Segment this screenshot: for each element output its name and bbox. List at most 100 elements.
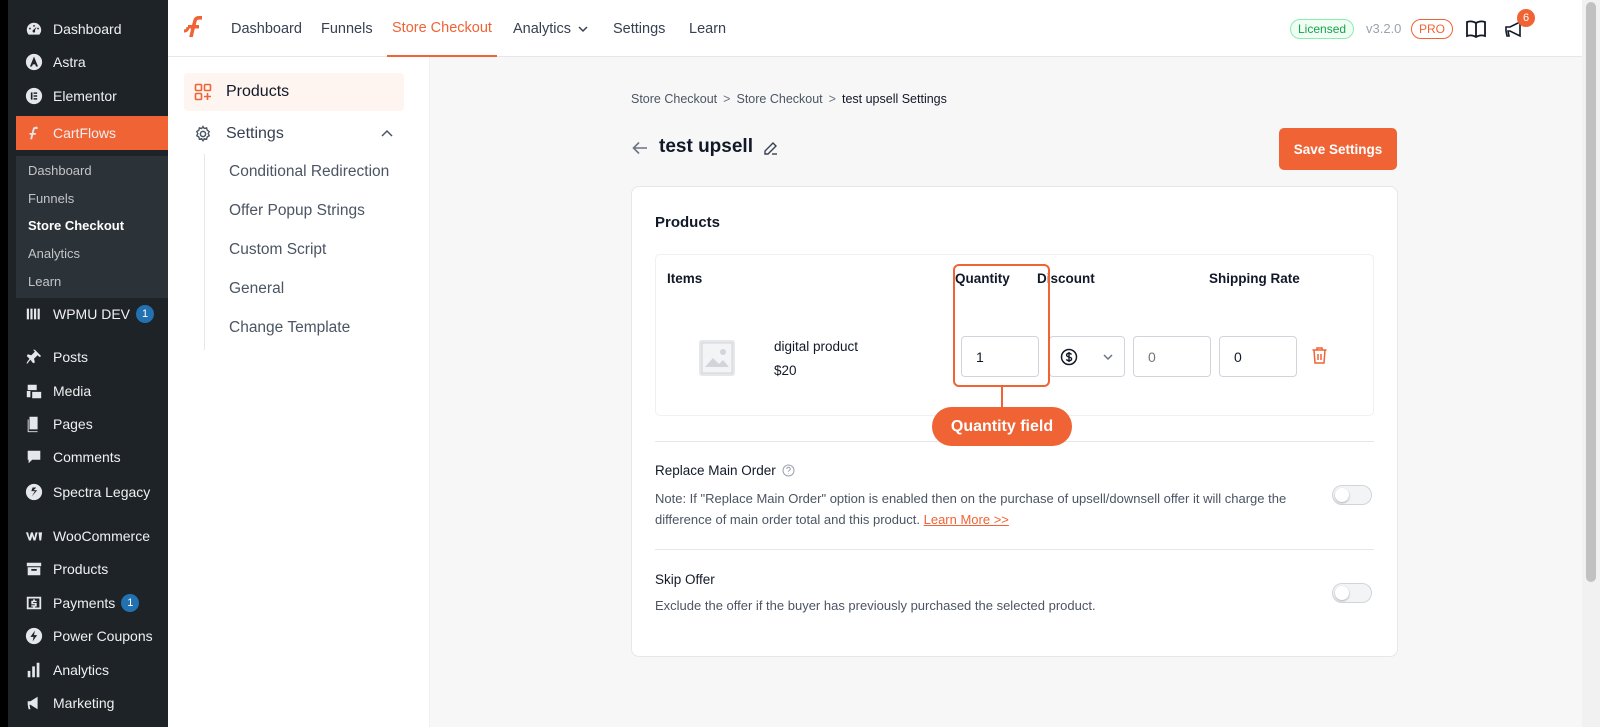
nav-learn[interactable]: Learn [689, 0, 726, 57]
divider [655, 549, 1374, 550]
edit-icon[interactable] [763, 140, 779, 156]
wp-menu-label: CartFlows [53, 125, 117, 141]
lnav-custom-script[interactable]: Custom Script [229, 241, 326, 259]
nav-dashboard[interactable]: Dashboard [231, 0, 302, 57]
wp-menu-label: Spectra Legacy [53, 484, 151, 500]
wp-menu-dashboard[interactable]: Dashboard [16, 14, 176, 44]
back-arrow-icon[interactable] [631, 139, 649, 157]
col-shipping-header: Shipping Rate [1209, 271, 1300, 286]
lnav-tree-line [204, 154, 205, 350]
page-scrollbar[interactable] [1582, 0, 1600, 727]
nav-store-checkout[interactable]: Store Checkout [387, 0, 497, 57]
lnav-products[interactable]: Products [184, 73, 404, 111]
product-name: digital product [774, 339, 859, 354]
page-title: test upsell [659, 136, 753, 157]
wp-menu-astra[interactable]: Astra [16, 47, 176, 77]
cartflows-icon [24, 123, 44, 143]
lnav-offer-popup-strings[interactable]: Offer Popup Strings [229, 202, 365, 220]
wp-submenu-store-checkout[interactable]: Store Checkout [28, 215, 124, 235]
save-settings-button[interactable]: Save Settings [1279, 128, 1397, 170]
wp-menu-woocommerce[interactable]: WooCommerce [16, 521, 176, 551]
lnav-settings[interactable]: Settings [184, 119, 404, 149]
trash-icon[interactable] [1311, 346, 1328, 365]
lnav-settings-label: Settings [226, 125, 284, 142]
wp-menu-cartflows[interactable]: CartFlows [16, 116, 176, 150]
wp-menu-label: Media [53, 383, 92, 399]
wp-menu-media[interactable]: Media [16, 376, 176, 406]
pin-icon [24, 347, 44, 367]
help-icon[interactable] [782, 464, 795, 477]
skip-offer-label: Skip Offer [655, 572, 715, 587]
wp-menu-pages[interactable]: Pages [16, 409, 176, 439]
replace-main-order-toggle[interactable] [1332, 485, 1372, 505]
wp-menu-spectra-legacy[interactable]: Spectra Legacy [16, 477, 176, 507]
wp-menu-products[interactable]: Products [16, 554, 176, 584]
wp-menu-analytics[interactable]: Analytics [16, 655, 176, 685]
wp-submenu-funnels[interactable]: Funnels [28, 188, 74, 208]
discount-type-select[interactable] [1049, 336, 1125, 377]
lnav-general[interactable]: General [229, 280, 284, 298]
wp-menu-label: WPMU DEV [53, 306, 130, 322]
chevron-down-icon [578, 25, 588, 32]
learn-more-link[interactable]: Learn More >> [924, 512, 1009, 527]
shipping-rate-input[interactable] [1219, 336, 1297, 377]
lnav-change-template[interactable]: Change Template [229, 319, 350, 337]
skip-offer-toggle[interactable] [1332, 583, 1372, 603]
wp-menu-marketing[interactable]: Marketing [16, 688, 176, 718]
wp-menu-label: Elementor [53, 88, 117, 104]
product-image-placeholder-icon [699, 340, 735, 376]
nav-analytics[interactable]: Analytics [513, 0, 589, 57]
notification-count-badge: 6 [1517, 9, 1535, 27]
cartflows-logo-icon[interactable] [182, 14, 210, 42]
wp-menu-elementor[interactable]: Elementor [16, 81, 176, 111]
payments-icon [24, 593, 44, 613]
nav-funnels[interactable]: Funnels [321, 0, 373, 57]
replace-main-order-title: Replace Main Order [655, 463, 795, 478]
power-coupons-icon [24, 626, 44, 646]
megaphone-icon [24, 693, 44, 713]
payments-badge: 1 [121, 594, 140, 612]
pages-icon [24, 414, 44, 434]
spectra-icon [24, 482, 44, 502]
replace-main-order-label: Replace Main Order [655, 463, 776, 478]
wp-menu-comments[interactable]: Comments [16, 442, 176, 472]
elementor-icon [24, 86, 44, 106]
wp-menu-power-coupons[interactable]: Power Coupons [16, 621, 176, 651]
wp-submenu-analytics[interactable]: Analytics [28, 243, 80, 263]
wp-menu-posts[interactable]: Posts [16, 342, 176, 372]
breadcrumb-item[interactable]: Store Checkout [736, 92, 822, 106]
wp-admin-sidebar: Dashboard Astra Elementor CartFlows Dash… [0, 0, 176, 727]
breadcrumb-separator: > [723, 92, 731, 106]
wp-menu-label: Marketing [53, 695, 115, 711]
wp-submenu-dashboard[interactable]: Dashboard [28, 160, 92, 180]
discount-value-input[interactable] [1133, 336, 1211, 377]
wp-menu-label: Posts [53, 349, 89, 365]
bar-chart-icon [24, 660, 44, 680]
wp-submenu-learn[interactable]: Learn [28, 271, 61, 291]
book-icon[interactable] [1465, 18, 1487, 40]
scrollbar-thumb[interactable] [1586, 2, 1596, 582]
wp-menu-label: Comments [53, 449, 121, 465]
media-icon [24, 381, 44, 401]
nav-settings[interactable]: Settings [613, 0, 665, 57]
wp-menu-payments[interactable]: Payments 1 [16, 588, 176, 618]
astra-icon [24, 52, 44, 72]
nav-analytics-label: Analytics [513, 20, 572, 37]
breadcrumb-item[interactable]: Store Checkout [631, 92, 717, 106]
pro-badge: PRO [1411, 19, 1454, 39]
skip-offer-title: Skip Offer [655, 572, 715, 587]
product-price: $20 [774, 363, 797, 378]
lnav-conditional-redirection[interactable]: Conditional Redirection [229, 163, 389, 181]
quantity-field-callout: Quantity field [932, 407, 1072, 446]
quantity-highlight-box [953, 264, 1050, 387]
comments-icon [24, 447, 44, 467]
dollar-icon [1060, 348, 1078, 365]
chevron-down-icon [1103, 353, 1113, 360]
replace-main-order-note: Note: If "Replace Main Order" option is … [655, 488, 1320, 530]
licensed-badge: Licensed [1290, 19, 1355, 39]
skip-offer-note: Exclude the offer if the buyer has previ… [655, 598, 1096, 613]
lnav-products-label: Products [226, 83, 290, 100]
wp-menu-label: Analytics [53, 662, 110, 678]
wp-menu-wpmudev[interactable]: WPMU DEV 1 [16, 299, 176, 329]
wp-menu-label: Dashboard [53, 21, 122, 37]
